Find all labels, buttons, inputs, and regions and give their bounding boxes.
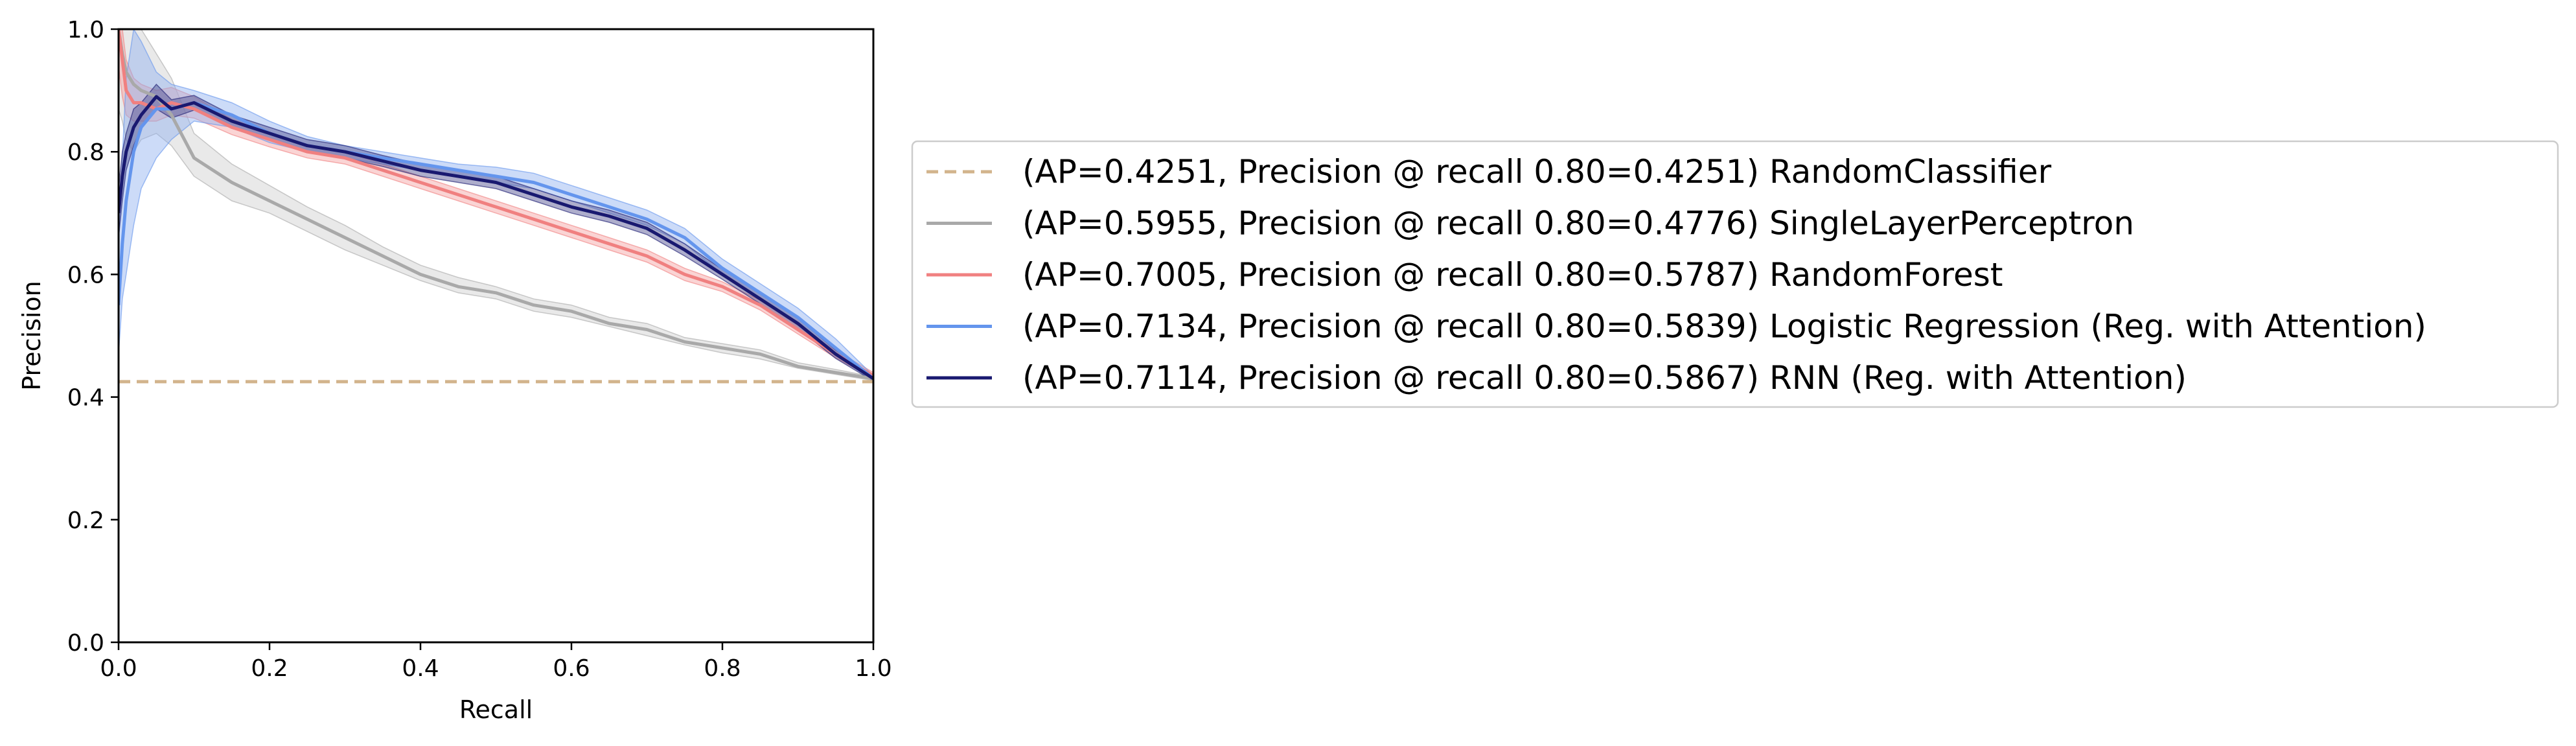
legend-label-rnn-reg-with-attention: (AP=0.7114, Precision @ recall 0.80=0.58… xyxy=(1022,359,2187,397)
series-lines xyxy=(119,29,873,384)
x-tick-label: 0.8 xyxy=(704,655,741,682)
x-tick-label: 0.2 xyxy=(251,655,288,682)
legend-label-singlelayerperceptron: (AP=0.5955, Precision @ recall 0.80=0.47… xyxy=(1022,205,2134,242)
y-tick-label: 0.6 xyxy=(67,262,104,288)
y-tick-label: 0.8 xyxy=(67,139,104,166)
line-rnn-reg-with-attention xyxy=(119,95,873,380)
legend-label-randomforest: (AP=0.7005, Precision @ recall 0.80=0.57… xyxy=(1022,256,2003,294)
legend-label-randomclassifier: (AP=0.4251, Precision @ recall 0.80=0.42… xyxy=(1022,153,2052,191)
x-tick-label: 0.4 xyxy=(402,655,439,682)
x-tick-label: 0.0 xyxy=(100,655,137,682)
y-axis-label: Precision xyxy=(17,281,46,391)
y-tick-label: 1.0 xyxy=(67,17,104,43)
precision-recall-chart: 0.0 0.2 0.4 0.6 0.8 1.0 0.0 0.2 0.4 0.6 0.8 1.0 Rec… xyxy=(0,0,2576,746)
legend-label-logistic-regression-reg-with-attention: (AP=0.7134, Precision @ recall 0.80=0.58… xyxy=(1022,308,2426,345)
y-tick-label: 0.0 xyxy=(67,630,104,657)
legend: (AP=0.4251, Precision @ recall 0.80=0.42… xyxy=(911,140,2559,408)
x-axis-label: Recall xyxy=(459,695,533,724)
line-logistic-regression-reg-with-attention xyxy=(119,101,873,380)
chart-canvas: 0.0 0.2 0.4 0.6 0.8 1.0 0.0 0.2 0.4 0.6 0.8 1.0 Rec… xyxy=(17,17,2559,724)
x-tick-label: 0.6 xyxy=(553,655,590,682)
band-randomforest xyxy=(119,29,873,380)
y-tick-label: 0.4 xyxy=(67,385,104,412)
y-tick-label: 0.2 xyxy=(67,507,104,534)
x-tick-label: 1.0 xyxy=(855,655,891,682)
